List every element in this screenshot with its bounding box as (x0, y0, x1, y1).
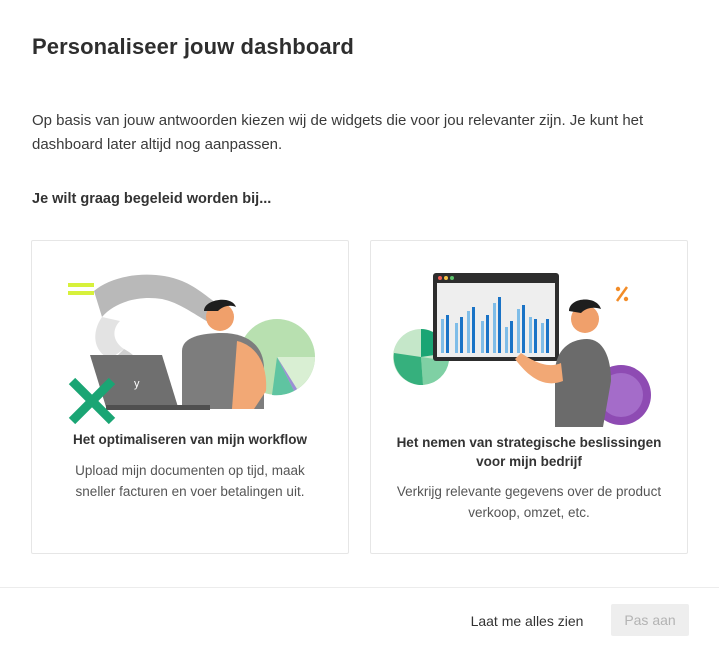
option-card-strategic-decisions[interactable]: Het nemen van strategische beslissingen … (370, 240, 688, 554)
option-title: Het optimaliseren van mijn workflow (72, 432, 308, 447)
option-card-workflow[interactable]: y Het optimaliseren van mijn workflow Up… (31, 240, 349, 554)
person-with-chart-board-illustration (393, 273, 651, 427)
footer-divider (0, 587, 719, 588)
laptop-logo: y (134, 378, 140, 390)
page-title: Personaliseer jouw dashboard (32, 34, 354, 59)
show-all-button[interactable]: Laat me alles zien (458, 605, 596, 637)
option-title: Het nemen van strategische beslissingen … (396, 435, 662, 469)
question-heading: Je wilt graag begeleid worden bij... (32, 191, 272, 207)
option-description: Upload mijn documenten op tijd, maak sne… (75, 463, 305, 499)
person-with-laptop-illustration: y (68, 274, 315, 425)
option-description: Verkrijg relevante gegevens over de prod… (396, 484, 662, 520)
customize-button[interactable]: Pas aan (611, 604, 689, 636)
intro-text: Op basis van jouw antwoorden kiezen wij … (32, 112, 644, 153)
